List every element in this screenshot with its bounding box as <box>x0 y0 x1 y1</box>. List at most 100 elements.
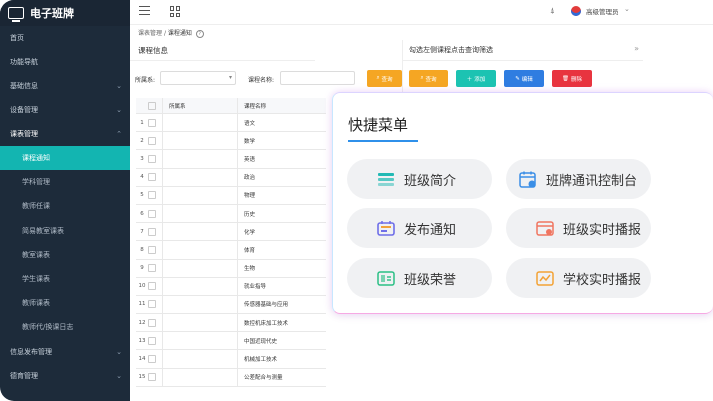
row-checkbox-cell[interactable] <box>148 131 163 151</box>
row-checkbox-cell[interactable] <box>148 368 163 387</box>
sidebar-subitem-simple-room[interactable]: 简易教室课表 <box>0 219 130 243</box>
row-dept <box>162 331 238 351</box>
row-course-name: 生物 <box>237 259 326 278</box>
row-checkbox-cell[interactable] <box>148 295 163 315</box>
table-row[interactable]: 15 公差配合与测量 <box>136 368 326 387</box>
table-row[interactable]: 9 生物 <box>136 259 326 278</box>
row-checkbox-cell[interactable] <box>148 113 163 133</box>
row-course-name: 机械加工技术 <box>237 349 326 369</box>
row-course-name: 传感器基础与应用 <box>237 295 326 315</box>
row-course-name: 公差配合与测量 <box>237 368 326 387</box>
row-course-name: 就业指导 <box>237 277 326 296</box>
row-checkbox[interactable] <box>148 227 156 236</box>
help-icon[interactable]: ? <box>195 30 204 38</box>
avatar[interactable] <box>571 6 581 16</box>
quick-console-button[interactable]: 班牌通讯控制台 <box>506 159 651 199</box>
row-checkbox-cell[interactable] <box>148 168 163 187</box>
quick-item-label: 班级简介 <box>404 173 457 189</box>
table-row[interactable]: 10 就业指导 <box>136 277 326 296</box>
row-checkbox[interactable] <box>148 264 156 273</box>
sidebar-item-schedule[interactable]: 课表管理 ⌃ <box>0 122 130 146</box>
table-row[interactable]: 7 化学 <box>136 222 326 242</box>
row-checkbox[interactable] <box>148 336 156 345</box>
row-checkbox[interactable] <box>148 355 156 364</box>
quick-publish-notice-button[interactable]: 发布通知 <box>347 208 492 248</box>
table-row[interactable]: 2 数学 <box>136 131 326 151</box>
row-checkbox[interactable] <box>148 282 156 291</box>
table-row[interactable]: 5 物理 <box>136 186 326 205</box>
breadcrumb-parent[interactable]: 课表管理 <box>138 30 162 37</box>
row-checkbox-cell[interactable] <box>148 186 163 205</box>
course-name-input[interactable] <box>280 71 355 85</box>
row-checkbox-cell[interactable] <box>148 259 163 278</box>
column-header-checkbox[interactable] <box>148 98 163 114</box>
row-checkbox[interactable] <box>148 173 156 182</box>
row-checkbox-cell[interactable] <box>148 277 163 296</box>
breadcrumb: 课表管理 / 课程通知 ? <box>138 28 204 38</box>
quick-class-broadcast-button[interactable]: 班级实时播报 <box>506 208 651 248</box>
row-checkbox-cell[interactable] <box>148 240 163 260</box>
sidebar-item-basic-info[interactable]: 基础信息 ⌄ <box>0 74 130 98</box>
sidebar-item-publish[interactable]: 信息发布管理 ⌄ <box>0 340 130 364</box>
table-row[interactable]: 14 机械加工技术 <box>136 349 326 369</box>
row-checkbox[interactable] <box>148 191 156 200</box>
table-row[interactable]: 3 英语 <box>136 149 326 169</box>
delete-button[interactable]: 🗑 删除 <box>552 70 592 87</box>
table-row[interactable]: 11 传感器基础与应用 <box>136 295 326 315</box>
table-row[interactable]: 6 历史 <box>136 204 326 224</box>
row-checkbox-cell[interactable] <box>148 149 163 169</box>
sidebar-subitem-student-schedule[interactable]: 学生课表 <box>0 267 130 291</box>
row-checkbox[interactable] <box>148 118 156 127</box>
chevron-up-icon: ⌃ <box>116 130 122 138</box>
table-header-row: 所属系 课程名称 <box>136 98 326 114</box>
sidebar-item-moral[interactable]: 德育管理 ⌄ <box>0 364 130 388</box>
row-dept <box>162 131 238 151</box>
quick-class-honor-button[interactable]: 班级荣誉 <box>347 258 492 298</box>
table-row[interactable]: 12 数控机床加工技术 <box>136 313 326 333</box>
row-checkbox[interactable] <box>148 318 156 327</box>
row-checkbox[interactable] <box>148 209 156 218</box>
select-all-checkbox[interactable] <box>148 101 156 110</box>
sidebar-subitem-course-notice[interactable]: 课程通知 <box>0 146 130 171</box>
button-label: 删除 <box>570 76 582 83</box>
user-name[interactable]: 高级管理员 <box>586 6 619 16</box>
table-row[interactable]: 13 中国近现代史 <box>136 331 326 351</box>
quick-class-intro-button[interactable]: 班级简介 <box>347 159 492 199</box>
row-checkbox[interactable] <box>148 154 156 163</box>
sidebar-subitem-room-schedule[interactable]: 教室课表 <box>0 243 130 267</box>
panel-title: 课程信息 <box>138 46 168 55</box>
query-button[interactable]: ⌕ 查询 <box>367 70 402 87</box>
sidebar-subitem-subjects[interactable]: 学科管理 <box>0 170 130 194</box>
table-row[interactable]: 8 体育 <box>136 240 326 260</box>
sidebar-item-home[interactable]: 首页 <box>0 26 130 50</box>
row-checkbox[interactable] <box>148 300 156 309</box>
sidebar-subitem-substitute-log[interactable]: 教师代/换课日志 <box>0 315 130 339</box>
notice-query-button[interactable]: ⌕ 查询 <box>409 70 448 87</box>
add-button[interactable]: ＋添加 <box>456 70 496 87</box>
notification-icon[interactable]: ⍋ <box>550 6 555 16</box>
sidebar-item-devices[interactable]: 设备管理 ⌄ <box>0 98 130 122</box>
sidebar-subitem-teacher-schedule[interactable]: 教师课表 <box>0 291 130 315</box>
dept-select[interactable] <box>160 71 236 85</box>
table-row[interactable]: 1 语文 <box>136 113 326 133</box>
row-checkbox[interactable] <box>148 136 156 145</box>
quick-school-broadcast-button[interactable]: 学校实时播报 <box>506 258 651 298</box>
chevron-down-icon: ⌄ <box>116 106 122 114</box>
app-logo[interactable]: 电子班牌 <box>0 0 130 26</box>
chevron-down-icon[interactable]: ⌄ <box>624 5 630 13</box>
row-checkbox[interactable] <box>148 373 156 382</box>
edit-button[interactable]: ✎ 编辑 <box>504 70 544 87</box>
row-checkbox-cell[interactable] <box>148 313 163 333</box>
collapse-icon[interactable]: » <box>634 44 639 53</box>
menu-toggle-icon[interactable] <box>139 6 150 18</box>
apps-grid-icon[interactable] <box>170 6 181 17</box>
row-checkbox-cell[interactable] <box>148 222 163 242</box>
row-checkbox-cell[interactable] <box>148 349 163 369</box>
sidebar-subitem-teacher-assign[interactable]: 教师任课 <box>0 194 130 218</box>
table-row[interactable]: 4 政治 <box>136 168 326 187</box>
notice-panel-hint: 勾选左侧课程点击查询筛选 <box>409 46 493 54</box>
row-checkbox-cell[interactable] <box>148 331 163 351</box>
row-checkbox[interactable] <box>148 245 156 254</box>
sidebar-item-navigation[interactable]: 功能导航 <box>0 50 130 74</box>
row-checkbox-cell[interactable] <box>148 204 163 224</box>
